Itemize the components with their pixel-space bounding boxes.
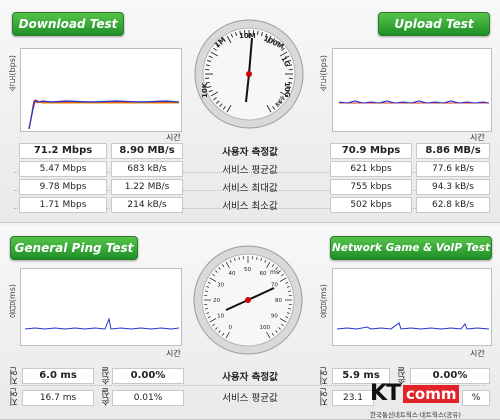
download-y-axis-label: 속도(bps) xyxy=(7,55,18,92)
game-delay-label: 지연 xyxy=(318,388,331,406)
ping-avg-delay: 16.7 ms xyxy=(22,390,94,406)
logo-kt-text: KT xyxy=(370,381,400,406)
speed-scale-label: 10K xyxy=(201,82,209,98)
upload-min-value-kbps: 502 kbps xyxy=(330,197,412,213)
speed-test-screen: Download Test Upload Test 속도(bps) 시간 속도(… xyxy=(0,0,500,419)
speed-label-max: 서비스 최대값 xyxy=(200,180,300,194)
ping-user-delay: 6.0 ms xyxy=(22,368,94,384)
speed-gauge: 1M 10M 100M 1G 10K 10G bps xyxy=(193,18,305,130)
ping-scale-label: 0 xyxy=(229,325,233,331)
ping-scale-label: 40 xyxy=(229,271,236,277)
upload-avg-value-kbps: 621 kbps xyxy=(330,161,412,177)
upload-min-value-kbs: 62.8 kB/s xyxy=(416,197,490,213)
ping-user-loss: 0.00% xyxy=(112,368,184,384)
network-game-voip-test-button[interactable]: Network Game & VoIP Test xyxy=(330,236,492,260)
upload-test-button[interactable]: Upload Test xyxy=(378,12,490,36)
speed-label-min: 서비스 최소값 xyxy=(200,198,300,212)
upload-user-value-mbps: 70.9 Mbps xyxy=(330,143,412,159)
ping-label-avg: 서비스 평균값 xyxy=(200,390,300,404)
speed-label-user: 사용자 측정값 xyxy=(200,144,300,158)
download-min-value-mbs: 214 kB/s xyxy=(111,197,183,213)
logo-comm-text: comm xyxy=(403,385,459,403)
speed-scale-label: 10M xyxy=(239,32,256,40)
game-graph xyxy=(332,268,492,346)
download-max-value-mbps: 9.78 Mbps xyxy=(19,179,107,195)
game-avg-delay: 23.1 xyxy=(332,390,374,406)
ping-gauge: 0 10 20 30 40 50 60 70 80 90100 ms xyxy=(192,244,304,356)
ping-avg-loss: 0.01% xyxy=(112,390,184,406)
speed-label-avg: 서비스 평균값 xyxy=(200,162,300,176)
download-user-value-mbps: 71.2 Mbps xyxy=(19,143,107,159)
download-min-value-mbps: 1.71 Mbps xyxy=(19,197,107,213)
ping-scale-label: 100 xyxy=(260,325,271,331)
download-graph xyxy=(20,48,182,132)
ping-delay-label: 지연 xyxy=(8,367,21,385)
ping-graph xyxy=(20,268,182,346)
download-avg-value-mbps: 5.47 Mbps xyxy=(19,161,107,177)
game-y-axis-label: 응답(ms) xyxy=(318,284,329,318)
game-delay-label: 지연 xyxy=(318,367,331,385)
ping-scale-label: 90 xyxy=(271,314,278,320)
ping-scale-label: 80 xyxy=(275,298,282,304)
general-ping-test-button[interactable]: General Ping Test xyxy=(10,236,138,260)
upload-avg-value-kbs: 77.6 kB/s xyxy=(416,161,490,177)
download-user-value-mbs: 8.90 MB/s xyxy=(111,143,183,159)
upload-max-value-kbs: 94.3 kB/s xyxy=(416,179,490,195)
logo-subtitle: 한국통신네트웍스·네트웍스(공유) xyxy=(370,409,461,419)
download-test-button[interactable]: Download Test xyxy=(12,12,124,36)
upload-y-axis-label: 속도(bps) xyxy=(318,55,329,92)
ping-scale-label: 50 xyxy=(244,267,251,273)
upload-time-label: 시간 xyxy=(470,132,485,143)
ping-scale-label: 20 xyxy=(213,298,220,304)
ping-unit-label: ms xyxy=(270,269,279,276)
speed-scale-label: 10G xyxy=(283,82,291,98)
ping-label-user: 사용자 측정값 xyxy=(200,369,300,383)
ping-scale-label: 10 xyxy=(217,314,224,320)
upload-graph xyxy=(332,48,492,132)
ping-y-axis-label: 응답(ms) xyxy=(7,284,18,318)
ping-time-label: 시간 xyxy=(166,348,181,359)
download-max-value-mbs: 1.22 MB/s xyxy=(111,179,183,195)
ktcomm-logo: KT comm 한국통신네트웍스·네트웍스(공유) xyxy=(370,381,500,419)
ping-scale-label: 70 xyxy=(271,283,278,289)
download-time-label: 시간 xyxy=(166,132,181,143)
ping-delay-label: 지연 xyxy=(8,388,21,406)
ping-scale-label: 60 xyxy=(260,271,267,277)
upload-max-value-kbps: 755 kbps xyxy=(330,179,412,195)
game-time-label: 시간 xyxy=(470,348,485,359)
ping-scale-label: 30 xyxy=(217,283,224,289)
upload-user-value-mbs: 8.86 MB/s xyxy=(416,143,490,159)
download-avg-value-mbs: 683 kB/s xyxy=(111,161,183,177)
